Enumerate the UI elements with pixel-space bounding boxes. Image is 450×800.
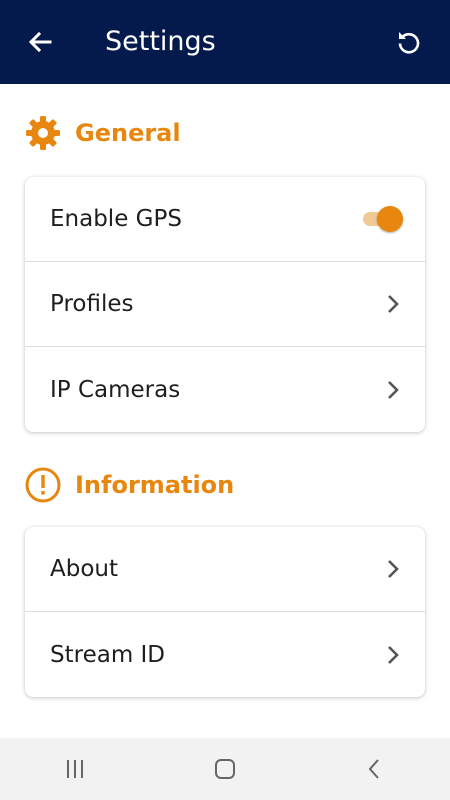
ip-cameras-row[interactable]: IP Cameras: [25, 347, 425, 432]
chevron-right-icon: [383, 292, 403, 316]
section-title-general: General: [75, 119, 181, 147]
alert-circle-icon: [24, 466, 62, 504]
ip-cameras-label: IP Cameras: [50, 376, 181, 403]
home-button[interactable]: [195, 749, 255, 789]
back-chevron-icon: [368, 759, 379, 779]
recent-apps-button[interactable]: [45, 749, 105, 789]
refresh-button[interactable]: [390, 24, 428, 60]
information-card: About Stream ID: [25, 527, 425, 697]
home-icon: [215, 759, 235, 779]
chevron-right-icon: [383, 557, 403, 581]
system-nav-bar: [0, 738, 450, 800]
stream-id-label: Stream ID: [50, 641, 166, 668]
refresh-icon: [398, 32, 420, 54]
about-label: About: [50, 556, 119, 582]
back-button[interactable]: [20, 24, 60, 60]
arrow-left-icon: [28, 31, 52, 53]
section-header-general: General: [24, 113, 181, 153]
enable-gps-toggle[interactable]: [361, 206, 403, 232]
about-row[interactable]: About: [25, 527, 425, 612]
enable-gps-row[interactable]: Enable GPS: [25, 177, 425, 262]
system-back-button[interactable]: [345, 749, 405, 789]
toggle-thumb: [377, 206, 403, 232]
profiles-row[interactable]: Profiles: [25, 262, 425, 347]
profiles-label: Profiles: [50, 291, 134, 317]
stream-id-row[interactable]: Stream ID: [25, 612, 425, 697]
app-bar: Settings: [0, 0, 450, 84]
section-title-information: Information: [75, 471, 235, 499]
page-title: Settings: [105, 26, 216, 57]
chevron-right-icon: [383, 643, 403, 667]
chevron-right-icon: [383, 378, 403, 402]
gear-icon: [24, 114, 62, 152]
enable-gps-label: Enable GPS: [50, 206, 182, 232]
recent-apps-icon: [67, 760, 83, 778]
section-header-information: Information: [24, 465, 234, 505]
general-settings-card: Enable GPS Profiles IP Cameras: [25, 177, 425, 432]
